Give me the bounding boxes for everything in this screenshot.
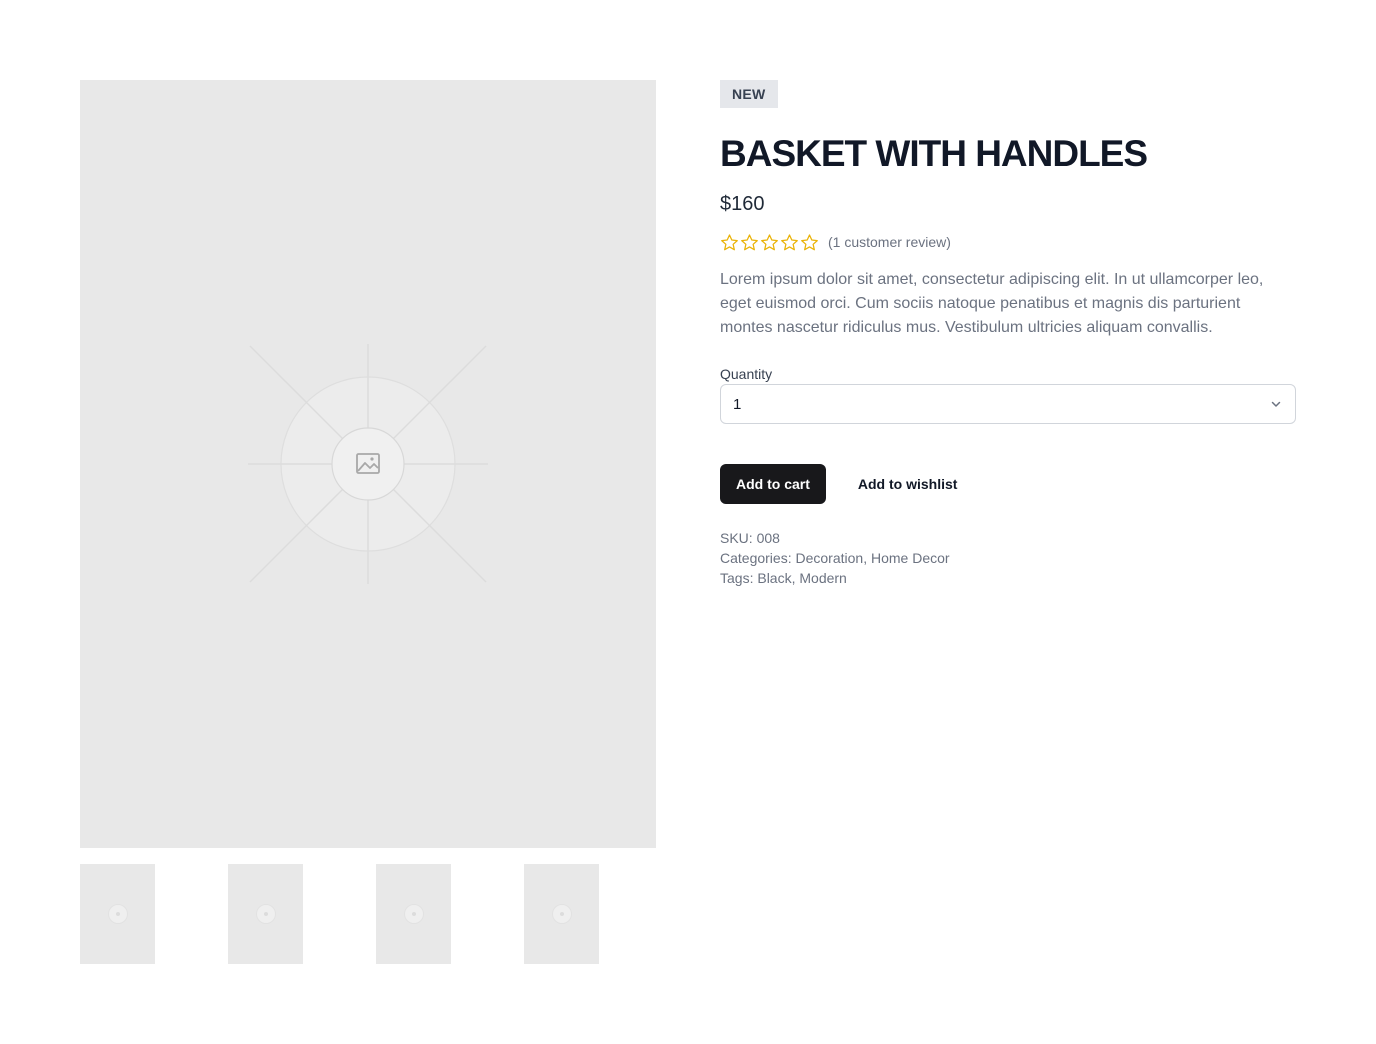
placeholder-icon bbox=[255, 904, 276, 924]
customer-review-link[interactable]: (1 customer review) bbox=[828, 234, 951, 250]
thumbnail-1[interactable] bbox=[80, 864, 155, 964]
placeholder-icon bbox=[551, 904, 572, 924]
star-icon[interactable] bbox=[800, 233, 819, 252]
tag-link-modern[interactable]: Modern bbox=[799, 570, 846, 586]
star-rating bbox=[720, 233, 819, 252]
quantity-select[interactable]: 1 bbox=[720, 384, 1296, 424]
tag-link-black[interactable]: Black bbox=[757, 570, 791, 586]
product-title: BASKET WITH HANDLES bbox=[720, 133, 1148, 174]
thumbnail-2[interactable] bbox=[228, 864, 303, 964]
add-to-wishlist-button[interactable]: Add to wishlist bbox=[842, 464, 974, 504]
categories-label: Categories: bbox=[720, 550, 792, 566]
star-icon[interactable] bbox=[720, 233, 739, 252]
tags-label: Tags: bbox=[720, 570, 754, 586]
placeholder-icon bbox=[403, 904, 424, 924]
star-icon[interactable] bbox=[740, 233, 759, 252]
thumbnail-4[interactable] bbox=[524, 864, 599, 964]
quantity-label: Quantity bbox=[720, 366, 773, 382]
sku-value: 008 bbox=[756, 530, 780, 546]
sku-row: SKU: 008 bbox=[720, 528, 1296, 548]
star-icon[interactable] bbox=[780, 233, 799, 252]
main-product-image[interactable] bbox=[80, 80, 656, 848]
new-badge: NEW bbox=[720, 80, 778, 108]
product-info: NEW BASKET WITH HANDLES $160 (1 customer… bbox=[720, 80, 1296, 588]
star-icon[interactable] bbox=[760, 233, 779, 252]
add-to-cart-button[interactable]: Add to cart bbox=[720, 464, 826, 504]
product-price: $160 bbox=[720, 193, 765, 215]
product-meta: SKU: 008 Categories: Decoration, Home De… bbox=[720, 528, 1296, 588]
sku-label: SKU: bbox=[720, 530, 753, 546]
product-rating: (1 customer review) bbox=[720, 230, 1296, 254]
category-link-decoration[interactable]: Decoration bbox=[795, 550, 863, 566]
quantity-value: 1 bbox=[733, 395, 742, 413]
tags-row: Tags: Black, Modern bbox=[720, 570, 847, 586]
thumbnail-3[interactable] bbox=[376, 864, 451, 964]
product-gallery bbox=[80, 80, 656, 964]
product-description: Lorem ipsum dolor sit amet, consectetur … bbox=[720, 271, 1264, 336]
thumbnail-strip bbox=[80, 864, 656, 964]
product-actions: Add to cart Add to wishlist bbox=[720, 464, 1296, 504]
image-placeholder-graphic bbox=[248, 344, 488, 584]
category-link-home-decor[interactable]: Home Decor bbox=[871, 550, 950, 566]
chevron-down-icon bbox=[1271, 401, 1281, 407]
categories-row: Categories: Decoration, Home Decor bbox=[720, 550, 950, 566]
placeholder-icon bbox=[107, 904, 128, 924]
